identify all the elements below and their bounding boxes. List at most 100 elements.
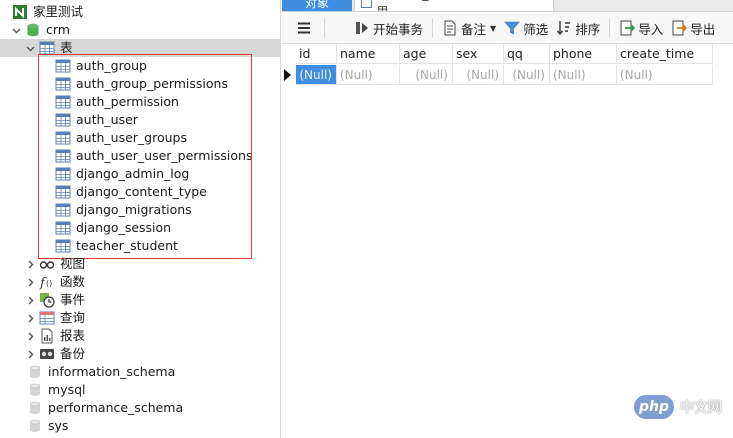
- table-label: teacher_student: [76, 238, 178, 253]
- chevron-right-icon[interactable]: [25, 349, 35, 359]
- tree-backups-node[interactable]: 备份: [0, 345, 280, 363]
- grid-cell[interactable]: (Null): [617, 65, 713, 85]
- tab-bar: 对象 teacher_student @crm (家里...: [282, 0, 733, 12]
- table-row[interactable]: (Null) (Null) (Null) (Null) (Null) (Null…: [296, 65, 713, 85]
- transaction-icon: [354, 20, 370, 36]
- table-item[interactable]: teacher_student: [0, 237, 280, 255]
- database-label: sys: [48, 418, 69, 433]
- table-label: django_content_type: [76, 184, 207, 199]
- tree-database-crm[interactable]: crm: [0, 21, 280, 39]
- chevron-right-icon[interactable]: [25, 259, 35, 269]
- grid-cell[interactable]: (Null): [504, 65, 550, 85]
- table-item[interactable]: auth_user: [0, 111, 280, 129]
- table-icon: [361, 0, 373, 8]
- table-label: auth_user_user_permissions: [76, 148, 253, 163]
- tree-database-item[interactable]: mysql: [0, 381, 280, 399]
- export-button[interactable]: 导出: [667, 16, 719, 40]
- toolbar-separator: [609, 18, 611, 38]
- tab-objects[interactable]: 对象: [282, 0, 352, 11]
- tree-connection[interactable]: 家里测试: [0, 3, 280, 21]
- grid-cell[interactable]: (Null): [550, 65, 617, 85]
- chevron-right-icon[interactable]: [25, 331, 35, 341]
- function-icon: f(): [39, 274, 55, 290]
- export-label: 导出: [690, 21, 716, 37]
- database-label: information_schema: [48, 364, 176, 379]
- table-icon: [55, 94, 71, 110]
- table-item[interactable]: auth_user_groups: [0, 129, 280, 147]
- tree-queries-node[interactable]: 查询: [0, 309, 280, 327]
- table-item[interactable]: auth_permission: [0, 93, 280, 111]
- table-icon: [55, 112, 71, 128]
- table-item[interactable]: django_session: [0, 219, 280, 237]
- tree-database-item[interactable]: information_schema: [0, 363, 280, 381]
- table-item[interactable]: django_admin_log: [0, 165, 280, 183]
- tab-teacher-student[interactable]: teacher_student @crm (家里...: [354, 0, 554, 12]
- chevron-down-icon[interactable]: [25, 43, 35, 53]
- table-icon: [55, 184, 71, 200]
- note-button[interactable]: 备注 ▼: [438, 16, 500, 40]
- grid-cell[interactable]: (Null): [400, 65, 453, 85]
- column-header[interactable]: phone: [550, 44, 617, 64]
- begin-transaction-label: 开始事务: [373, 21, 424, 37]
- current-row-indicator: [284, 69, 291, 81]
- database-icon: [27, 382, 43, 398]
- column-header[interactable]: age: [400, 44, 453, 64]
- table-label: django_session: [76, 220, 172, 235]
- tree-reports-node[interactable]: 报表: [0, 327, 280, 345]
- column-header[interactable]: sex: [453, 44, 504, 64]
- table-icon: [55, 220, 71, 236]
- table-icon: [55, 76, 71, 92]
- table-item[interactable]: auth_user_user_permissions: [0, 147, 280, 165]
- queries-label: 查询: [60, 310, 86, 325]
- toolbar-separator: [324, 18, 325, 38]
- toolbar: 开始事务 备注 ▼ 筛选 排序 导入 导出: [282, 13, 733, 44]
- begin-transaction-button[interactable]: 开始事务: [350, 16, 427, 40]
- connection-label: 家里测试: [33, 4, 84, 19]
- tree-views-node[interactable]: 视图: [0, 255, 280, 273]
- data-grid: id name age sex qq phone create_time (Nu…: [282, 44, 733, 438]
- tab-label: teacher_student @crm (家里...: [376, 0, 533, 12]
- column-header[interactable]: qq: [504, 44, 550, 64]
- tree-database-item[interactable]: performance_schema: [0, 399, 280, 417]
- table-label: auth_user_groups: [76, 130, 187, 145]
- grid-header-row: id name age sex qq phone create_time: [296, 44, 713, 64]
- chevron-right-icon[interactable]: [25, 295, 35, 305]
- backup-icon: [39, 346, 55, 362]
- filter-icon: [504, 20, 520, 36]
- chevron-right-icon[interactable]: [25, 277, 35, 287]
- table-icon: [55, 130, 71, 146]
- grid-cell[interactable]: (Null): [337, 65, 400, 85]
- database-label: mysql: [48, 382, 86, 397]
- table-item[interactable]: auth_group_permissions: [0, 75, 280, 93]
- chevron-down-icon[interactable]: [11, 25, 21, 35]
- import-button[interactable]: 导入: [615, 16, 667, 40]
- tree-functions-node[interactable]: f() 函数: [0, 273, 280, 291]
- import-icon: [619, 20, 636, 36]
- toolbar-separator: [432, 18, 434, 38]
- column-header[interactable]: id: [296, 44, 337, 64]
- table-label: django_admin_log: [76, 166, 190, 181]
- column-header[interactable]: create_time: [617, 44, 713, 64]
- filter-button[interactable]: 筛选: [500, 16, 552, 40]
- sort-button[interactable]: 排序: [552, 16, 604, 40]
- watermark: php 中文网: [634, 395, 722, 419]
- table-item[interactable]: auth_group: [0, 57, 280, 75]
- connection-icon: [12, 4, 28, 20]
- tree-events-node[interactable]: 事件: [0, 291, 280, 309]
- table-item[interactable]: django_content_type: [0, 183, 280, 201]
- column-header[interactable]: name: [337, 44, 400, 64]
- menu-button[interactable]: [292, 16, 319, 40]
- grid-cell[interactable]: (Null): [453, 65, 504, 85]
- table-icon: [55, 202, 71, 218]
- hamburger-icon: [296, 20, 312, 36]
- table-icon: [55, 148, 71, 164]
- svg-text:(): (): [46, 279, 52, 288]
- grid-cell[interactable]: (Null): [296, 65, 337, 85]
- chevron-right-icon[interactable]: [25, 313, 35, 323]
- tree-tables-node[interactable]: 表: [0, 39, 280, 57]
- caret-down-icon[interactable]: ▼: [490, 24, 496, 33]
- watermark-text: 中文网: [680, 400, 722, 416]
- tree-database-item[interactable]: sys: [0, 417, 280, 435]
- views-label: 视图: [60, 256, 86, 271]
- table-item[interactable]: django_migrations: [0, 201, 280, 219]
